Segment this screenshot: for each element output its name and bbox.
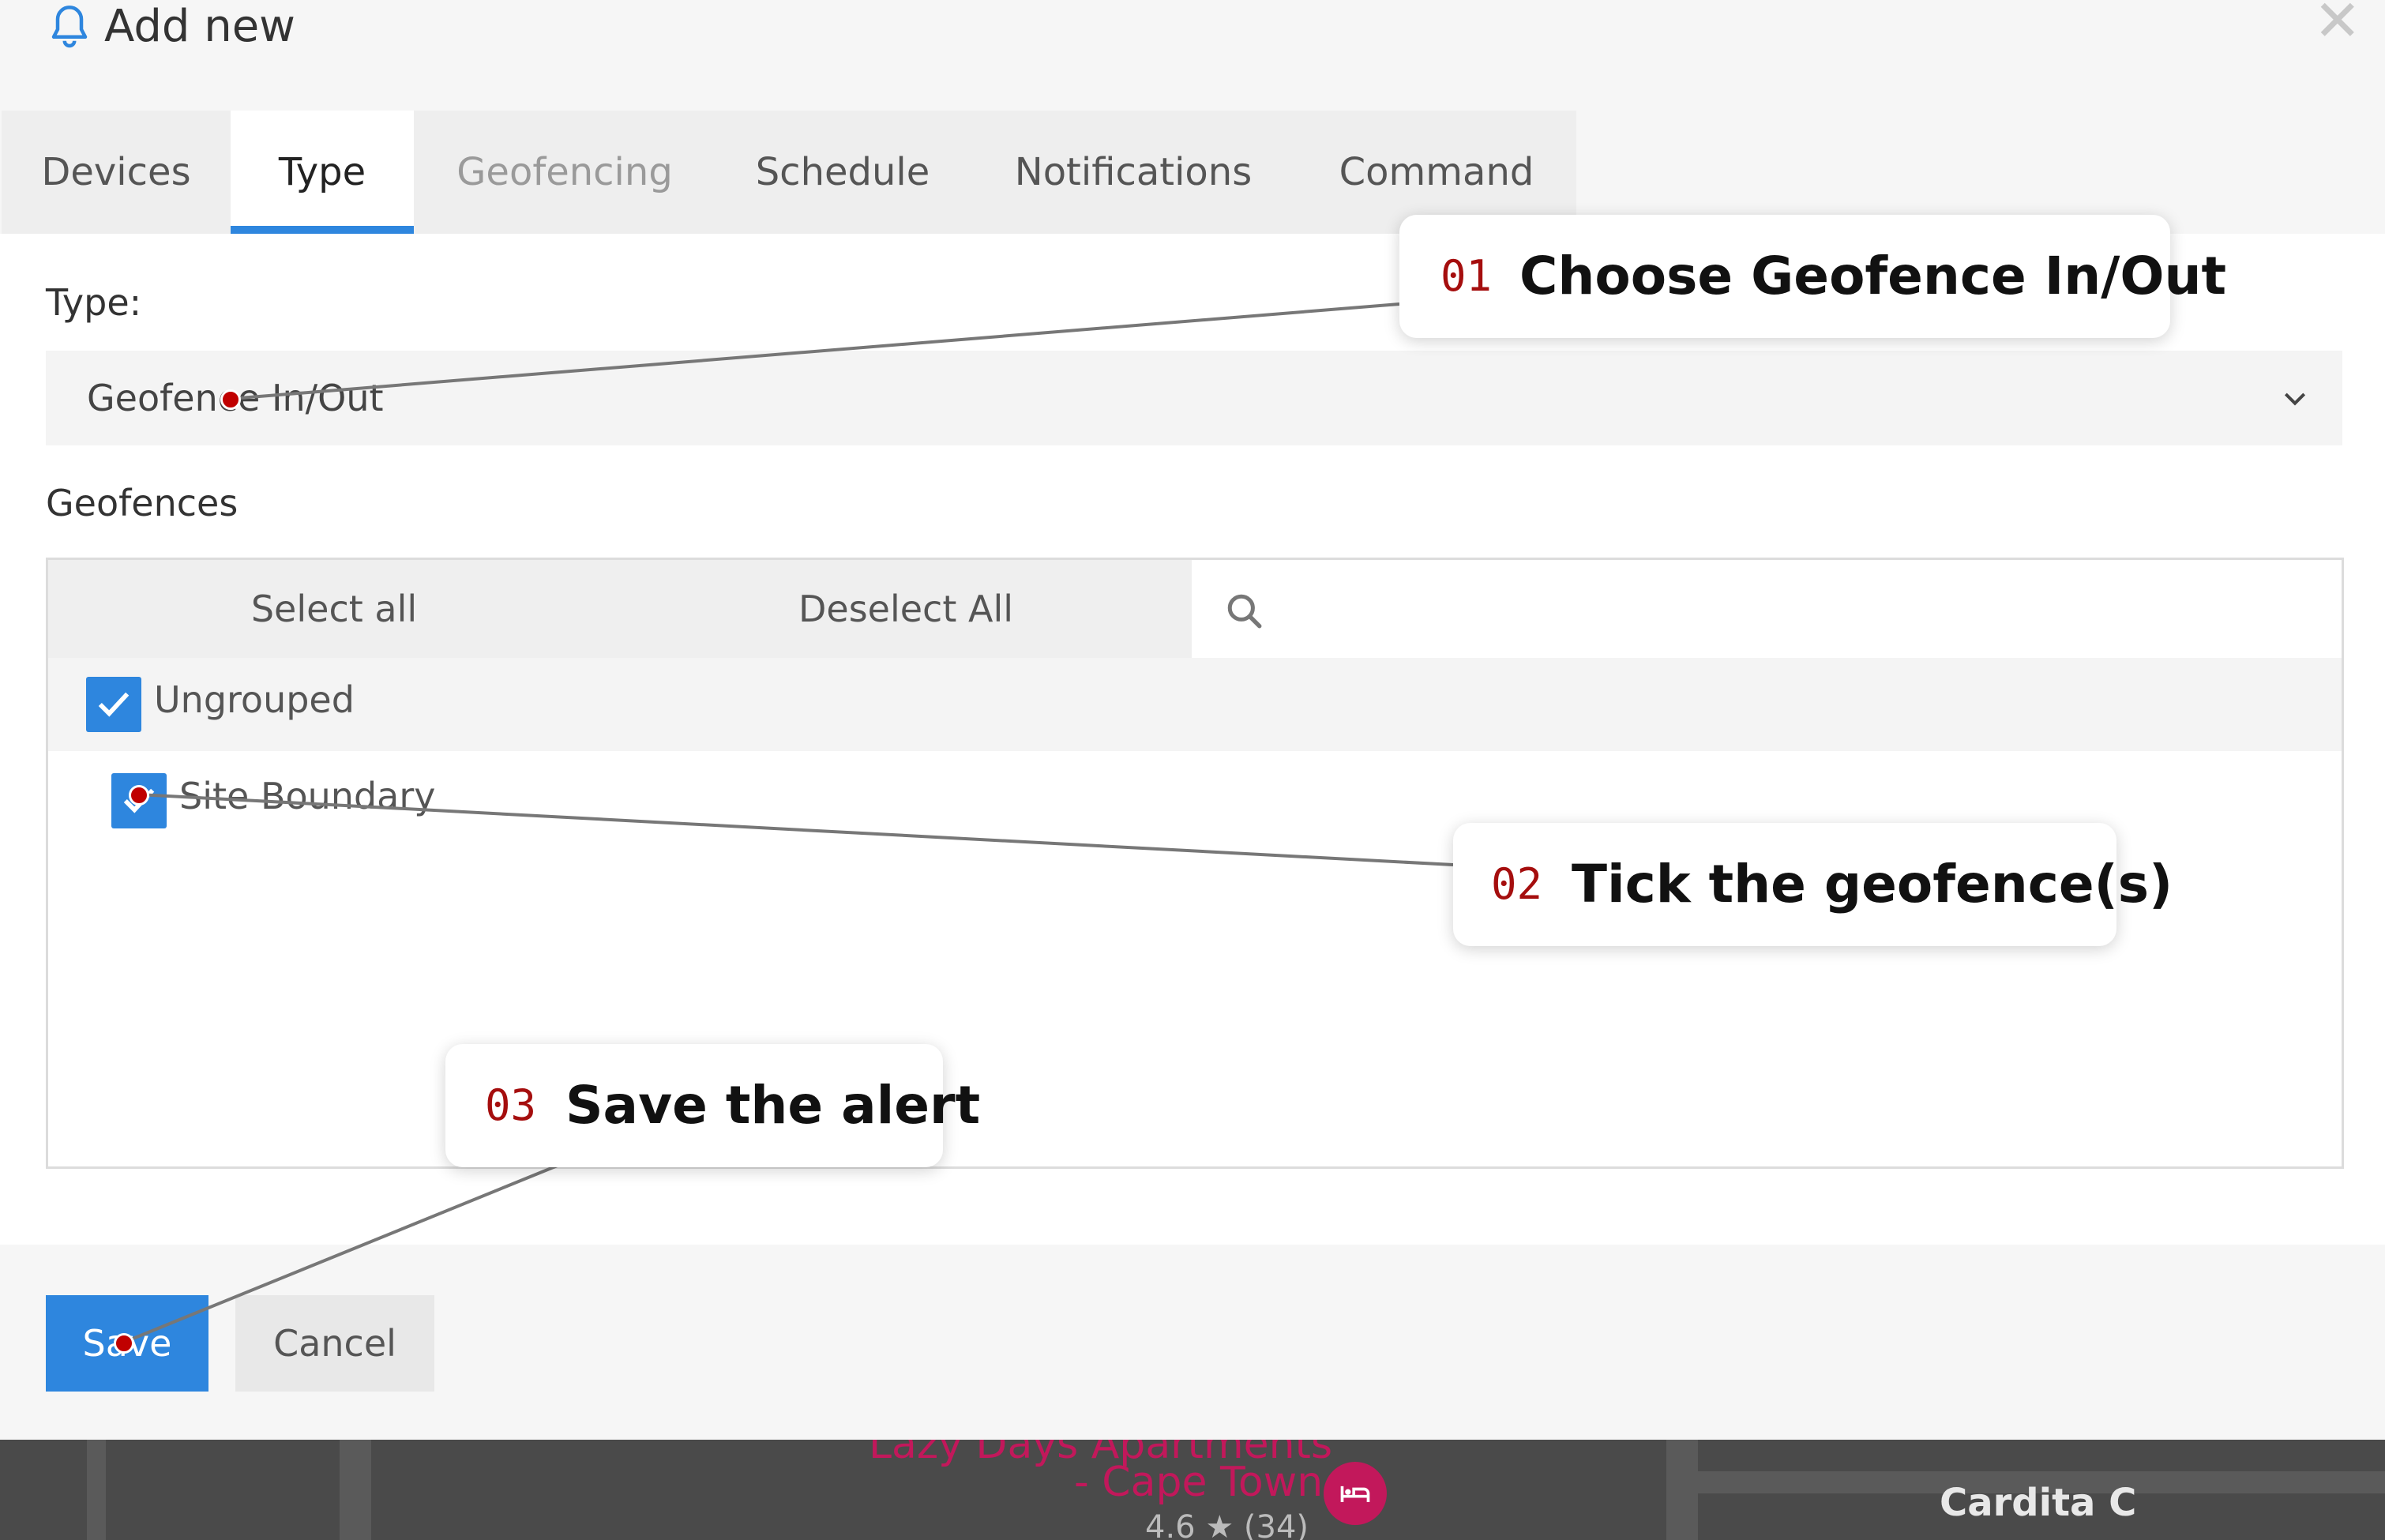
map-road bbox=[87, 1440, 106, 1540]
chevron-down-icon bbox=[2284, 393, 2306, 406]
tab-schedule[interactable]: Schedule bbox=[716, 111, 970, 234]
cancel-button[interactable]: Cancel bbox=[235, 1295, 434, 1392]
dialog-header: Add new ✕ bbox=[0, 0, 2385, 111]
callout-number: 03 bbox=[485, 1080, 537, 1130]
callout-02: 02 Tick the geofence(s) bbox=[1453, 823, 2173, 946]
tab-devices[interactable]: Devices bbox=[2, 111, 231, 234]
marker-dot bbox=[129, 785, 149, 806]
map-road bbox=[340, 1440, 371, 1540]
callout-01: 01 Choose Geofence In/Out bbox=[1399, 215, 2226, 338]
marker-dot bbox=[114, 1333, 134, 1354]
dialog-title: Add new bbox=[104, 1, 295, 52]
callout-text: Tick the geofence(s) bbox=[1572, 854, 2173, 915]
select-all-button[interactable]: Select all bbox=[48, 560, 620, 658]
close-icon[interactable]: ✕ bbox=[2314, 0, 2361, 49]
group-row-ungrouped[interactable]: Ungrouped bbox=[48, 658, 2342, 751]
deselect-all-button[interactable]: Deselect All bbox=[620, 560, 1192, 658]
hotel-pin-icon[interactable] bbox=[1324, 1462, 1387, 1525]
callout-number: 01 bbox=[1440, 251, 1493, 301]
bell-icon bbox=[51, 6, 88, 48]
marker-dot bbox=[220, 389, 241, 410]
group-name: Ungrouped bbox=[154, 678, 355, 721]
map-street-name: Cardita C bbox=[1940, 1481, 2137, 1525]
tab-geofencing[interactable]: Geofencing bbox=[414, 111, 716, 234]
map-background: Lazy Days Apartments - Cape Town 4.6 ★ (… bbox=[0, 1440, 2385, 1540]
group-checkbox[interactable] bbox=[86, 677, 141, 732]
geofences-label: Geofences bbox=[46, 482, 238, 524]
map-place-rating: 4.6 ★ (34) bbox=[1145, 1509, 1309, 1540]
map-road bbox=[1666, 1440, 1698, 1540]
map-place-city: - Cape Town bbox=[1074, 1459, 1324, 1506]
check-icon bbox=[98, 692, 130, 717]
callout-text: Choose Geofence In/Out bbox=[1519, 246, 2227, 306]
dialog-body: Type: Geofence In/Out Geofences Select a… bbox=[0, 234, 2385, 1245]
geofences-toolbar: Select all Deselect All bbox=[48, 560, 1192, 658]
type-select[interactable]: Geofence In/Out bbox=[46, 351, 2342, 445]
callout-text: Save the alert bbox=[565, 1075, 981, 1136]
tab-bar: Devices Type Geofencing Schedule Notific… bbox=[2, 111, 1576, 234]
geofence-name: Site Boundary bbox=[179, 775, 436, 817]
type-label: Type: bbox=[46, 281, 142, 324]
tab-type[interactable]: Type bbox=[231, 111, 414, 234]
tab-notifications[interactable]: Notifications bbox=[970, 111, 1297, 234]
dialog-footer: Save Cancel bbox=[0, 1245, 2385, 1440]
search-icon[interactable] bbox=[1225, 592, 1264, 631]
callout-number: 02 bbox=[1491, 859, 1543, 909]
callout-03: 03 Save the alert bbox=[445, 1044, 980, 1167]
